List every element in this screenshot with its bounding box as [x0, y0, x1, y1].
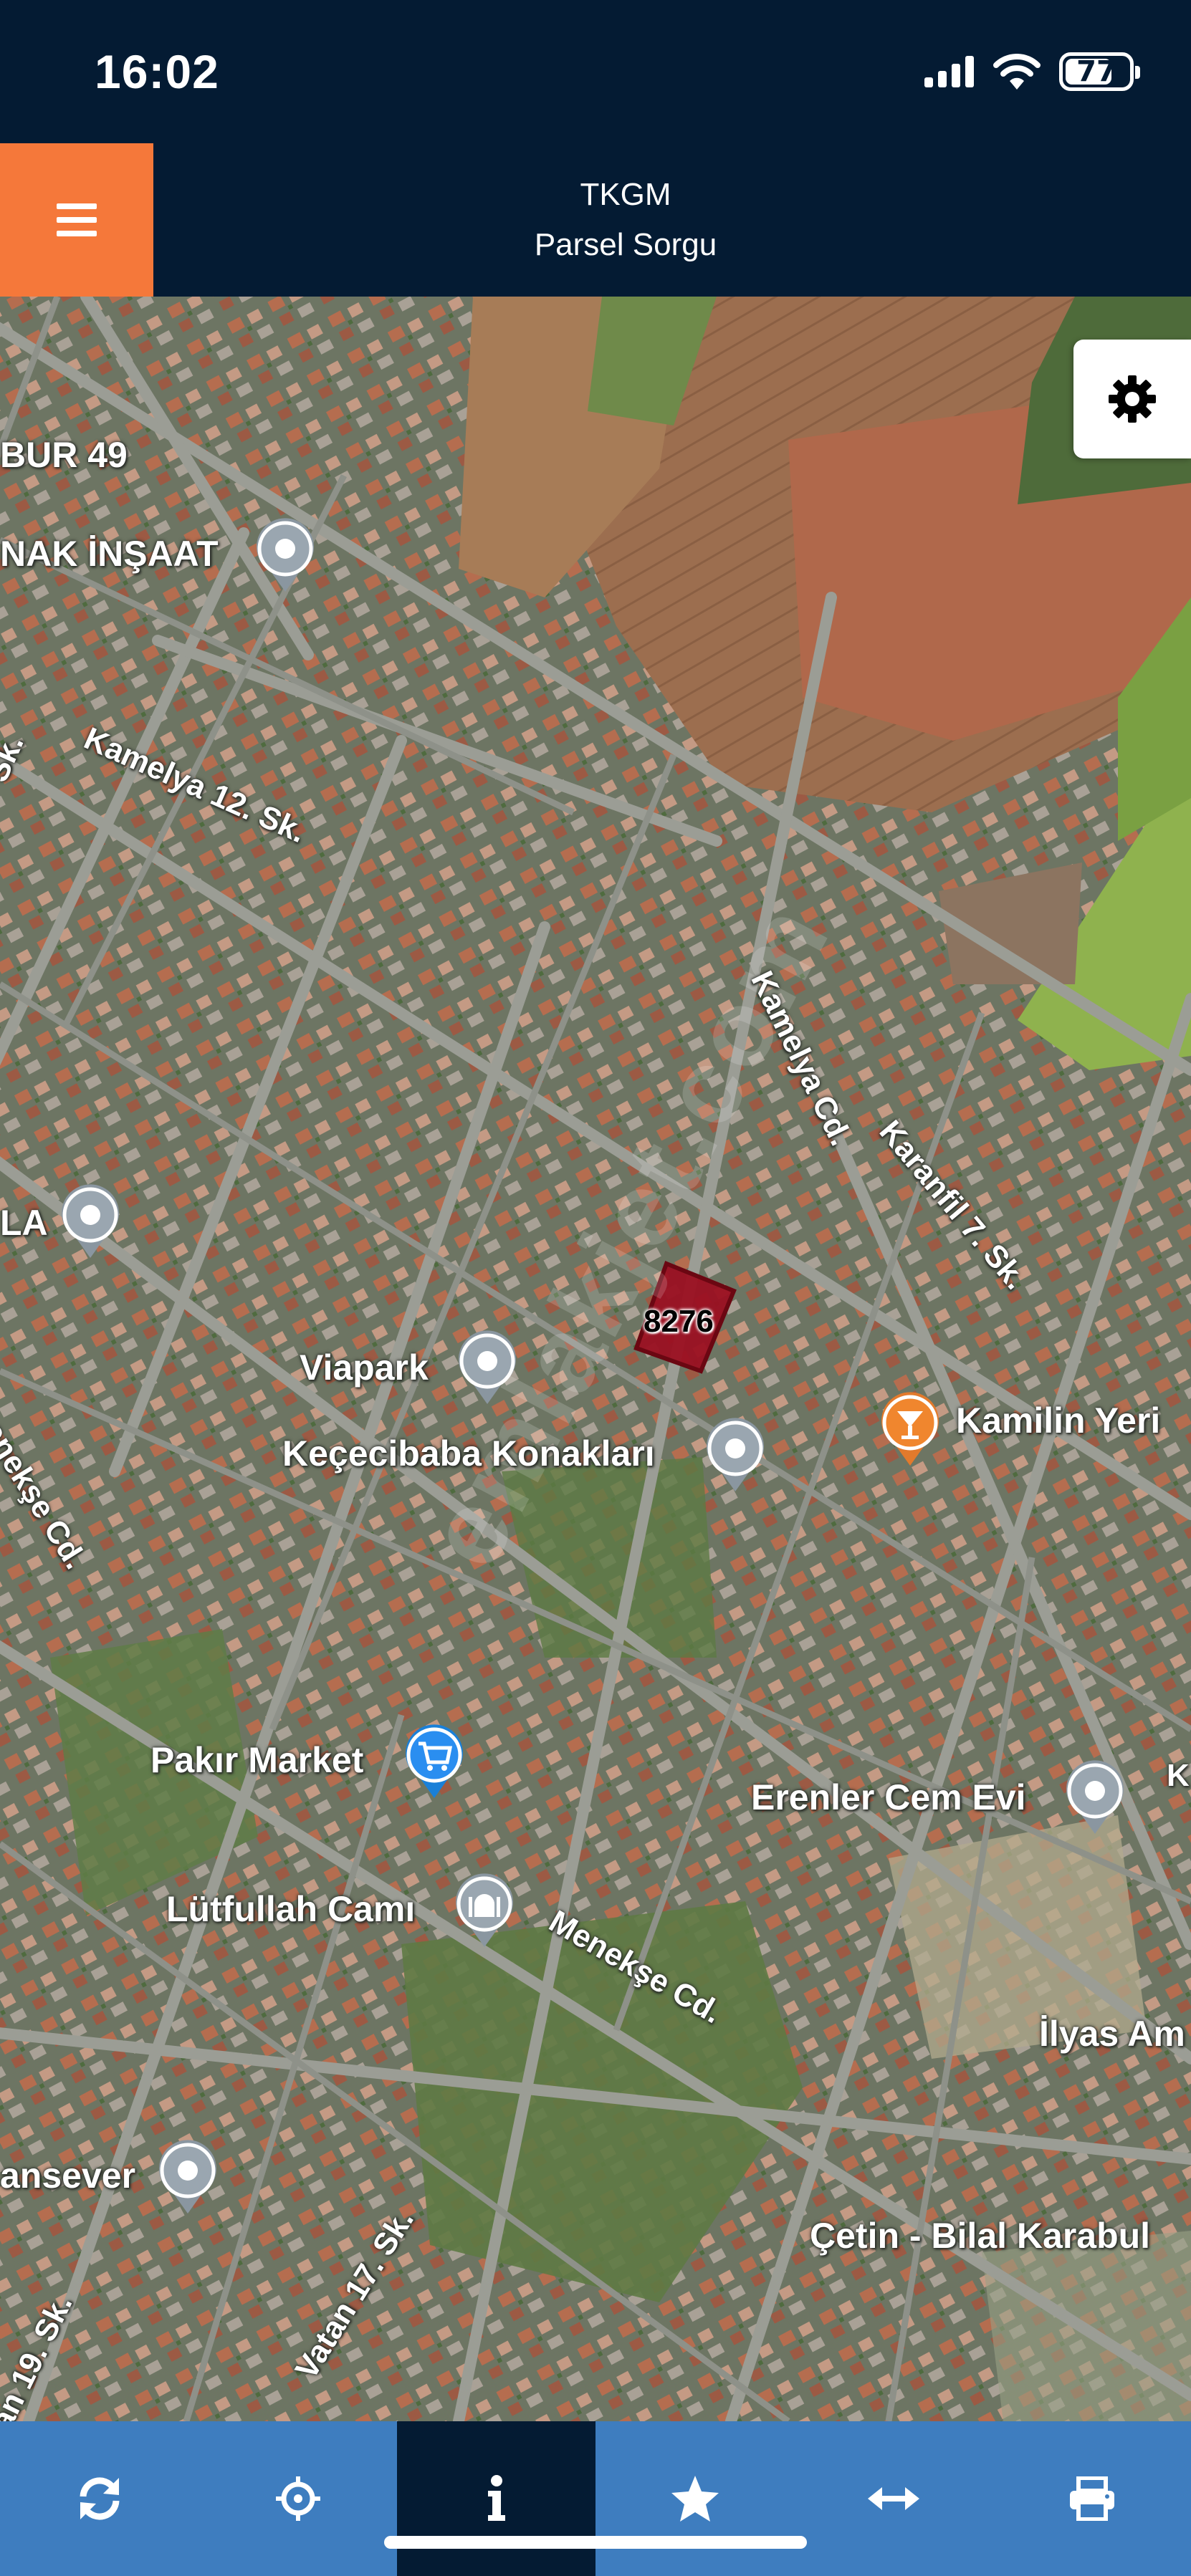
place-label-nak-insaat: NAK İNŞAAT	[0, 534, 219, 574]
refresh-button[interactable]	[0, 2421, 198, 2576]
print-button[interactable]	[992, 2421, 1191, 2576]
wifi-icon	[993, 54, 1041, 90]
shopping-cart-pin-icon[interactable]	[398, 1718, 470, 1799]
location-pin-icon[interactable]	[54, 1178, 126, 1259]
location-pin-icon[interactable]	[699, 1411, 771, 1493]
place-label-ansever: ansever	[0, 2156, 136, 2196]
battery-nub	[1135, 66, 1140, 79]
home-indicator[interactable]	[384, 2536, 807, 2549]
bar-cocktail-pin-icon[interactable]	[874, 1385, 946, 1467]
place-label-erenler-cem-evi: Erenler Cem Evi	[751, 1777, 1026, 1817]
place-label-bur-49: BUR 49	[0, 435, 128, 475]
favorites-button[interactable]	[596, 2421, 794, 2576]
place-label-la: LA	[0, 1203, 48, 1243]
status-time: 16:02	[95, 45, 219, 98]
location-pin-icon[interactable]	[152, 2133, 224, 2215]
menu-button[interactable]	[0, 143, 153, 297]
place-label-lutfullah-cami: Lütfullah Camı	[166, 1889, 416, 1929]
place-label-kececibaba-konaklari: Keçecibaba Konakları	[282, 1433, 655, 1474]
place-label-ilyas-am: İlyas Am	[1039, 2014, 1185, 2054]
mosque-pin-icon[interactable]	[449, 1867, 520, 1948]
measure-arrows-icon	[867, 2487, 919, 2510]
status-bar: 16:02 77	[0, 0, 1191, 143]
street-label-k: K	[1167, 1758, 1190, 1793]
place-label-kamilin-yeri: Kamilin Yeri	[956, 1400, 1161, 1441]
parcel-number-label[interactable]: 8276	[644, 1304, 714, 1340]
measure-button[interactable]	[794, 2421, 992, 2576]
header-titles: TKGM Parsel Sorgu	[153, 143, 1191, 297]
status-icons: 77	[924, 52, 1140, 92]
battery-level: 77	[1076, 55, 1116, 88]
star-icon	[671, 2476, 719, 2522]
location-pin-icon[interactable]	[1059, 1754, 1131, 1835]
place-label-viapark: Viapark	[300, 1347, 429, 1388]
battery-icon: 77	[1059, 52, 1140, 91]
info-icon	[487, 2475, 505, 2521]
map-settings-button[interactable]	[1073, 340, 1191, 458]
hamburger-menu-icon	[57, 203, 97, 236]
place-label-pakir-market: Pakır Market	[150, 1740, 364, 1780]
print-icon	[1069, 2476, 1114, 2521]
location-pin-icon[interactable]	[249, 511, 321, 593]
bottom-toolbar	[0, 2421, 1191, 2576]
gear-icon	[1109, 375, 1156, 423]
cellular-signal-icon	[924, 56, 974, 87]
info-button[interactable]	[397, 2421, 596, 2576]
crosshair-locate-icon	[275, 2476, 320, 2521]
locate-button[interactable]	[198, 2421, 397, 2576]
refresh-icon	[80, 2477, 119, 2520]
app-subtitle: Parsel Sorgu	[534, 227, 717, 262]
map-view[interactable]: emlakjet.com BUR 49 NAK İNŞAAT Kamelya 1…	[0, 297, 1191, 2421]
app-title: TKGM	[580, 177, 671, 212]
location-pin-icon[interactable]	[451, 1324, 523, 1405]
app-header: TKGM Parsel Sorgu	[0, 143, 1191, 297]
place-label-cetin-bilal-karabul: Çetin - Bilal Karabul	[810, 2216, 1151, 2256]
